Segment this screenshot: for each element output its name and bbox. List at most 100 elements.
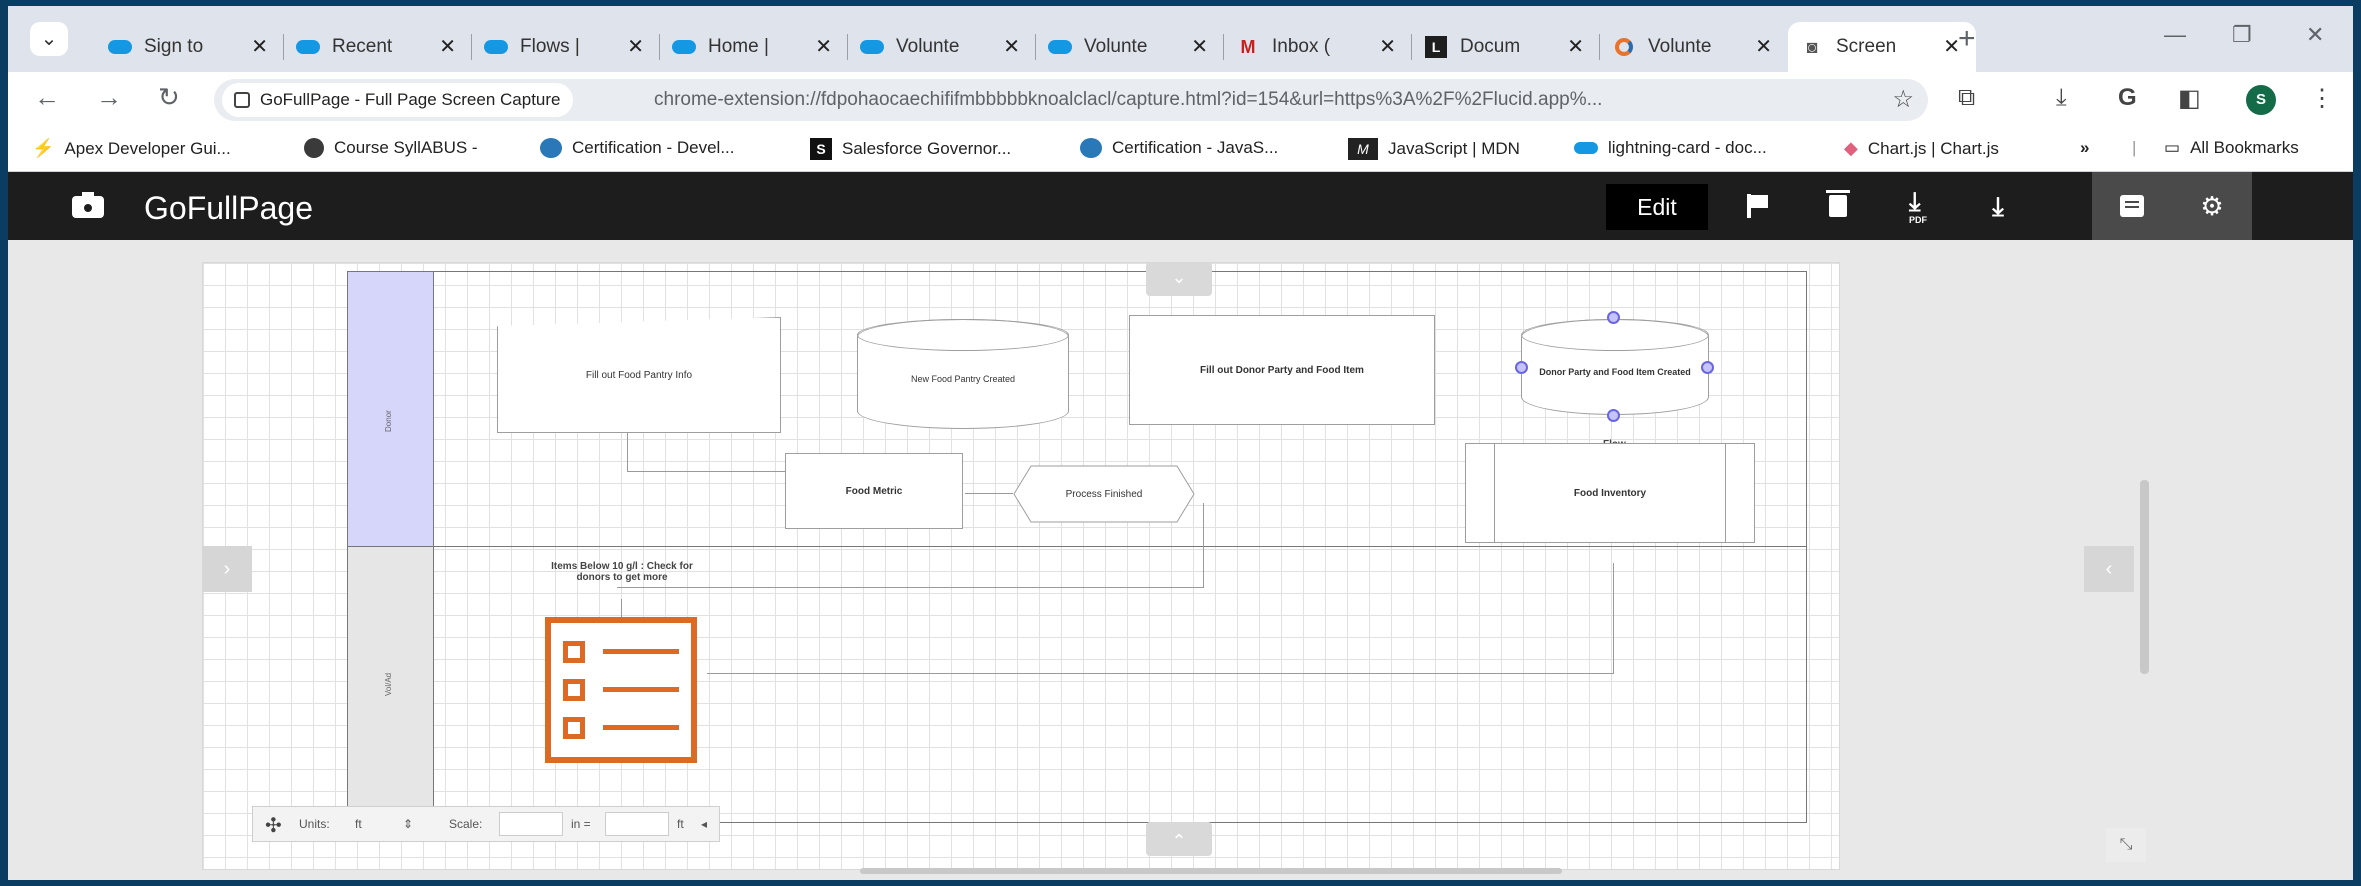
- tab[interactable]: Volunte ✕: [848, 22, 1036, 72]
- bookmark-item[interactable]: Course SyllABUS -: [304, 138, 478, 158]
- tab[interactable]: Volunte ✕: [1036, 22, 1224, 72]
- bookmark-item[interactable]: M JavaScript | MDN: [1348, 138, 1520, 160]
- scale-label: Scale:: [449, 817, 483, 831]
- all-bookmarks-button[interactable]: ▭ All Bookmarks: [2164, 138, 2299, 158]
- tab[interactable]: Flows | ✕: [472, 22, 660, 72]
- profile-avatar[interactable]: S: [2246, 85, 2276, 115]
- bookmark-item[interactable]: ⚡ Apex Developer Gui...: [32, 138, 231, 159]
- bookmark-star-icon[interactable]: ☆: [1892, 79, 1914, 121]
- selection-handle[interactable]: [1607, 311, 1620, 324]
- mdn-icon: M: [1348, 138, 1378, 160]
- tab-title: Docum: [1460, 36, 1521, 57]
- scale-input-feet[interactable]: [605, 812, 669, 836]
- edit-button[interactable]: Edit: [1606, 184, 1708, 230]
- checklist-row: [563, 717, 685, 739]
- settings-button[interactable]: ⚙: [2172, 172, 2252, 240]
- units-dropdown-icon[interactable]: ⇕: [403, 817, 413, 831]
- new-tab-button[interactable]: +: [1958, 22, 1976, 56]
- shape-label: Fill out Food Pantry Info: [585, 369, 693, 381]
- tab[interactable]: Volunte ✕: [1600, 22, 1788, 72]
- back-icon[interactable]: ←: [34, 82, 60, 113]
- bookmark-item[interactable]: ◆ Chart.js | Chart.js: [1844, 138, 1999, 159]
- download-pdf-button[interactable]: ⤓ PDF: [1878, 172, 1958, 240]
- close-tab-icon[interactable]: ✕: [1379, 34, 1396, 59]
- reload-icon[interactable]: ↻: [158, 82, 180, 113]
- camera-icon: ◙: [1806, 36, 1818, 57]
- tab[interactable]: M Inbox ( ✕: [1224, 22, 1412, 72]
- close-tab-icon[interactable]: ✕: [627, 34, 644, 59]
- expand-right-button[interactable]: ‹: [2084, 546, 2134, 592]
- selection-handle[interactable]: [1607, 409, 1620, 422]
- bookmark-item[interactable]: lightning-card - doc...: [1574, 138, 1767, 158]
- fit-to-screen-icon[interactable]: ⤡: [2106, 828, 2146, 862]
- bookmarks-bar: ⚡ Apex Developer Gui... Course SyllABUS …: [8, 128, 2353, 172]
- tab[interactable]: L Docum ✕: [1412, 22, 1600, 72]
- manual-input-shape[interactable]: Fill out Food Pantry Info: [497, 317, 781, 433]
- bookmark-item[interactable]: S Salesforce Governor...: [810, 138, 1011, 160]
- bookmarks-overflow-button[interactable]: »: [2080, 138, 2089, 158]
- tab-active[interactable]: ◙ Screen ✕: [1788, 22, 1976, 72]
- notes-button[interactable]: [2092, 172, 2172, 240]
- restore-icon[interactable]: ❐: [2232, 22, 2252, 48]
- scale-unit-label: ft: [677, 817, 684, 831]
- swimlane-volunteer: Vol/Ad: [348, 546, 434, 824]
- bolt-icon: ⚡: [32, 138, 55, 158]
- terminator-shape[interactable]: Process Finished: [1013, 465, 1195, 523]
- close-tab-icon[interactable]: ✕: [1191, 34, 1208, 59]
- close-tab-icon[interactable]: ✕: [1567, 34, 1584, 59]
- url-text[interactable]: chrome-extension://fdpohaocaechififmbbbb…: [654, 79, 1894, 121]
- bookmark-label: Certification - Devel...: [572, 138, 735, 157]
- vertical-scrollbar[interactable]: [2140, 480, 2149, 674]
- process-shape[interactable]: Food Metric: [785, 453, 963, 529]
- salesforce-cloud-icon: [484, 35, 508, 59]
- gear-icon: ⚙: [2200, 190, 2224, 221]
- database-shape[interactable]: New Food Pantry Created: [857, 319, 1069, 429]
- close-tab-icon[interactable]: ✕: [251, 34, 268, 59]
- more-menu-icon[interactable]: ⋮: [2310, 84, 2334, 113]
- tab[interactable]: Home | ✕: [660, 22, 848, 72]
- folder-icon: ▭: [2164, 138, 2181, 157]
- database-shape-selected[interactable]: Donor Party and Food Item Created: [1521, 319, 1709, 415]
- flag-button[interactable]: [1718, 172, 1798, 240]
- scale-unit-label: in =: [571, 817, 591, 831]
- side-panel-icon[interactable]: ◧: [2178, 84, 2201, 113]
- close-tab-icon[interactable]: ✕: [1755, 34, 1772, 59]
- minimize-icon[interactable]: —: [2164, 22, 2186, 48]
- close-window-icon[interactable]: ✕: [2306, 22, 2324, 48]
- google-icon[interactable]: G: [2118, 84, 2137, 112]
- scale-input-inches[interactable]: [499, 812, 563, 836]
- close-tab-icon[interactable]: ✕: [439, 34, 456, 59]
- close-tab-icon[interactable]: ✕: [815, 34, 832, 59]
- checklist-icon[interactable]: [545, 617, 697, 763]
- collapse-units-icon[interactable]: ◂: [701, 817, 707, 831]
- salesforce-cloud-icon: [296, 35, 320, 59]
- process-shape[interactable]: Fill out Donor Party and Food Item: [1129, 315, 1435, 425]
- units-select[interactable]: ft: [355, 817, 362, 831]
- address-bar[interactable]: GoFullPage - Full Page Screen Capture ch…: [214, 79, 1928, 121]
- tab-search-button[interactable]: ⌄: [30, 22, 68, 56]
- bookmark-item[interactable]: Certification - JavaS...: [1080, 138, 1278, 158]
- tab[interactable]: Sign to ✕: [96, 22, 284, 72]
- site-chip[interactable]: GoFullPage - Full Page Screen Capture: [222, 83, 573, 117]
- collapse-top-button[interactable]: ⌄: [1146, 262, 1212, 296]
- lane-label: Vol/Ad: [384, 672, 393, 696]
- settings-icon[interactable]: ✣: [265, 813, 282, 838]
- selection-handle[interactable]: [1515, 361, 1528, 374]
- selection-handle[interactable]: [1701, 361, 1714, 374]
- connector: [1203, 503, 1204, 587]
- bookmark-item[interactable]: Certification - Devel...: [540, 138, 735, 158]
- flag-icon: [1747, 194, 1769, 218]
- shape-label: Process Finished: [1065, 488, 1143, 500]
- extensions-icon[interactable]: ⧉: [1958, 84, 1975, 112]
- download-image-button[interactable]: ⤓: [1958, 172, 2038, 240]
- tab[interactable]: Recent ✕: [284, 22, 472, 72]
- delete-button[interactable]: [1798, 172, 1878, 240]
- forward-icon[interactable]: →: [96, 82, 122, 113]
- horizontal-scrollbar[interactable]: [860, 868, 1562, 874]
- predefined-process-shape[interactable]: Food Inventory: [1465, 443, 1755, 543]
- collapse-bottom-button[interactable]: ⌃: [1146, 822, 1212, 856]
- expand-left-button[interactable]: ›: [202, 546, 252, 592]
- close-tab-icon[interactable]: ✕: [1003, 34, 1020, 59]
- salesforce-cloud-icon: [1574, 142, 1598, 154]
- downloads-icon[interactable]: ⤓: [2056, 84, 2067, 112]
